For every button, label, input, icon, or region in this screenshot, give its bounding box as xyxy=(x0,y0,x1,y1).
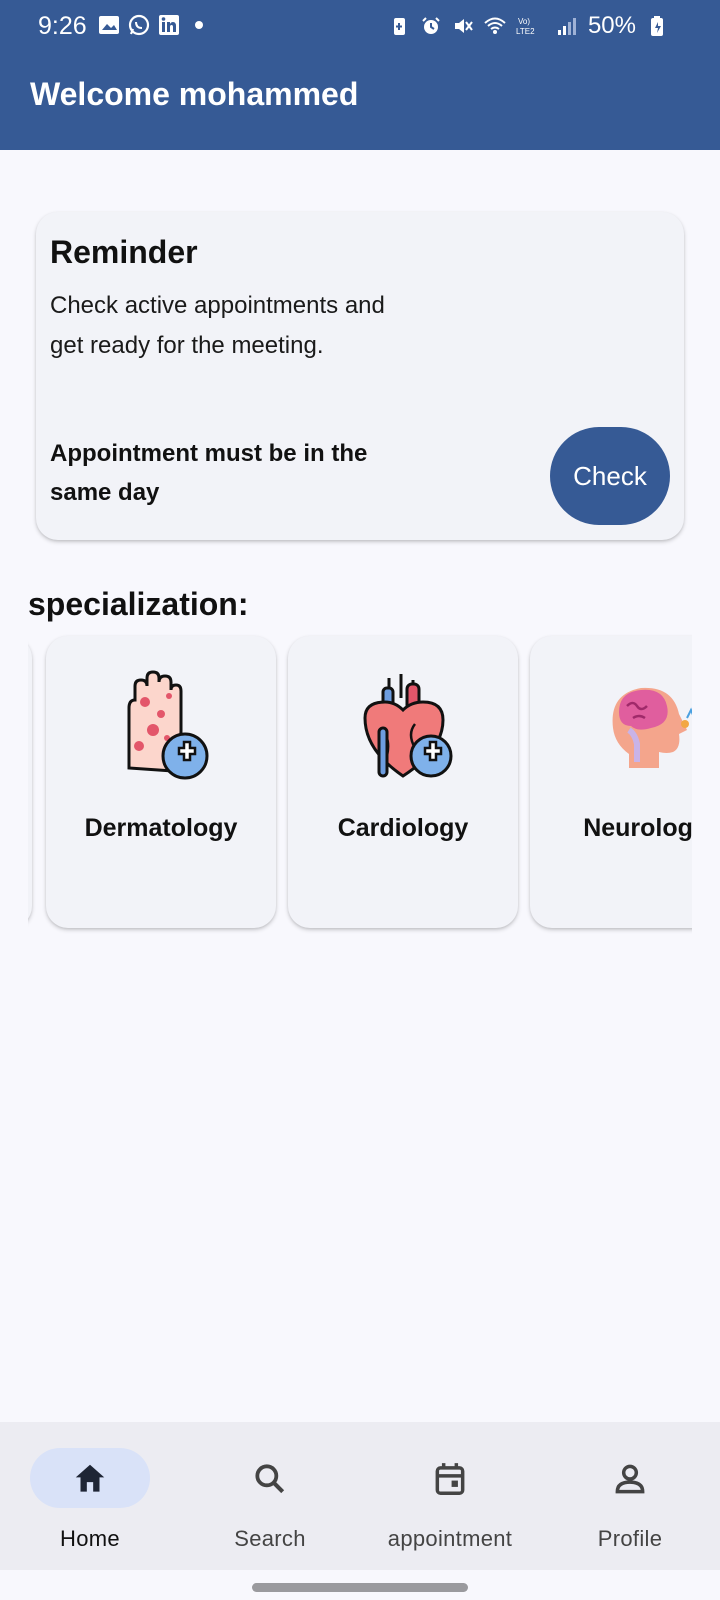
nav-item-home[interactable]: Home xyxy=(10,1448,170,1558)
alarm-icon xyxy=(422,17,440,34)
reminder-title: Reminder xyxy=(50,234,198,270)
battery-percent: 50% xyxy=(587,12,636,39)
reminder-note: Appointment must be in the same day xyxy=(50,440,368,506)
reminder-card: Reminder Check active appointments and g… xyxy=(36,212,684,540)
section-title: specialization: xyxy=(28,586,249,622)
specialization-card-neurology[interactable]: Neurology xyxy=(530,636,692,928)
gesture-bar[interactable] xyxy=(252,1583,468,1592)
status-bar: 9:26 Vo) LTE2 50% xyxy=(0,0,720,52)
neurology-icon xyxy=(612,687,692,768)
dermatology-icon xyxy=(127,670,209,780)
battery-icon xyxy=(651,16,663,36)
specialization-card-hidden[interactable] xyxy=(28,636,32,928)
signal-icon xyxy=(557,18,576,35)
check-button[interactable]: Check xyxy=(550,427,670,525)
bottom-navigation: Home Search appointment Profile xyxy=(0,1422,720,1570)
specialization-label: Cardiology xyxy=(337,814,469,842)
home-icon xyxy=(75,1464,105,1492)
battery-saver-icon xyxy=(393,18,405,35)
nav-item-profile[interactable]: Profile xyxy=(550,1448,710,1558)
specialization-label: Dermatology xyxy=(84,814,238,842)
nav-item-search[interactable]: Search xyxy=(190,1448,350,1558)
specialization-card-dermatology[interactable]: Dermatology xyxy=(46,636,276,928)
linkedin-icon xyxy=(159,15,179,35)
system-icons: Vo) LTE2 50% xyxy=(388,12,668,40)
specialization-carousel[interactable]: Dermatology Cardiology Neurology xyxy=(28,632,692,942)
volte-icon: Vo)LTE2 xyxy=(516,17,535,36)
nav-label: Search xyxy=(234,1526,306,1551)
notification-icons xyxy=(98,14,210,36)
wifi-icon xyxy=(484,17,506,34)
gallery-icon xyxy=(99,16,119,34)
nav-item-appointment[interactable]: appointment xyxy=(370,1448,530,1558)
nav-label: Home xyxy=(60,1526,120,1551)
person-icon xyxy=(615,1464,645,1494)
nav-label: appointment xyxy=(387,1526,513,1551)
status-time: 9:26 xyxy=(38,12,87,40)
svg-text:Vo): Vo) xyxy=(518,17,530,26)
nav-label: Profile xyxy=(597,1526,663,1551)
search-icon xyxy=(255,1464,285,1494)
cardiology-icon xyxy=(363,674,453,778)
specialization-label: Neurology xyxy=(583,814,692,842)
mute-icon xyxy=(454,19,473,33)
page-title: Welcome mohammed xyxy=(30,76,359,112)
calendar-icon xyxy=(435,1463,465,1495)
whatsapp-icon xyxy=(128,14,150,36)
dot-icon xyxy=(195,21,203,29)
app-bar: 9:26 Vo) LTE2 50% Welcome mohammed xyxy=(0,0,720,150)
reminder-body: Check active appointments and get ready … xyxy=(50,292,385,359)
svg-text:LTE2: LTE2 xyxy=(516,27,535,36)
specialization-card-cardiology[interactable]: Cardiology xyxy=(288,636,518,928)
